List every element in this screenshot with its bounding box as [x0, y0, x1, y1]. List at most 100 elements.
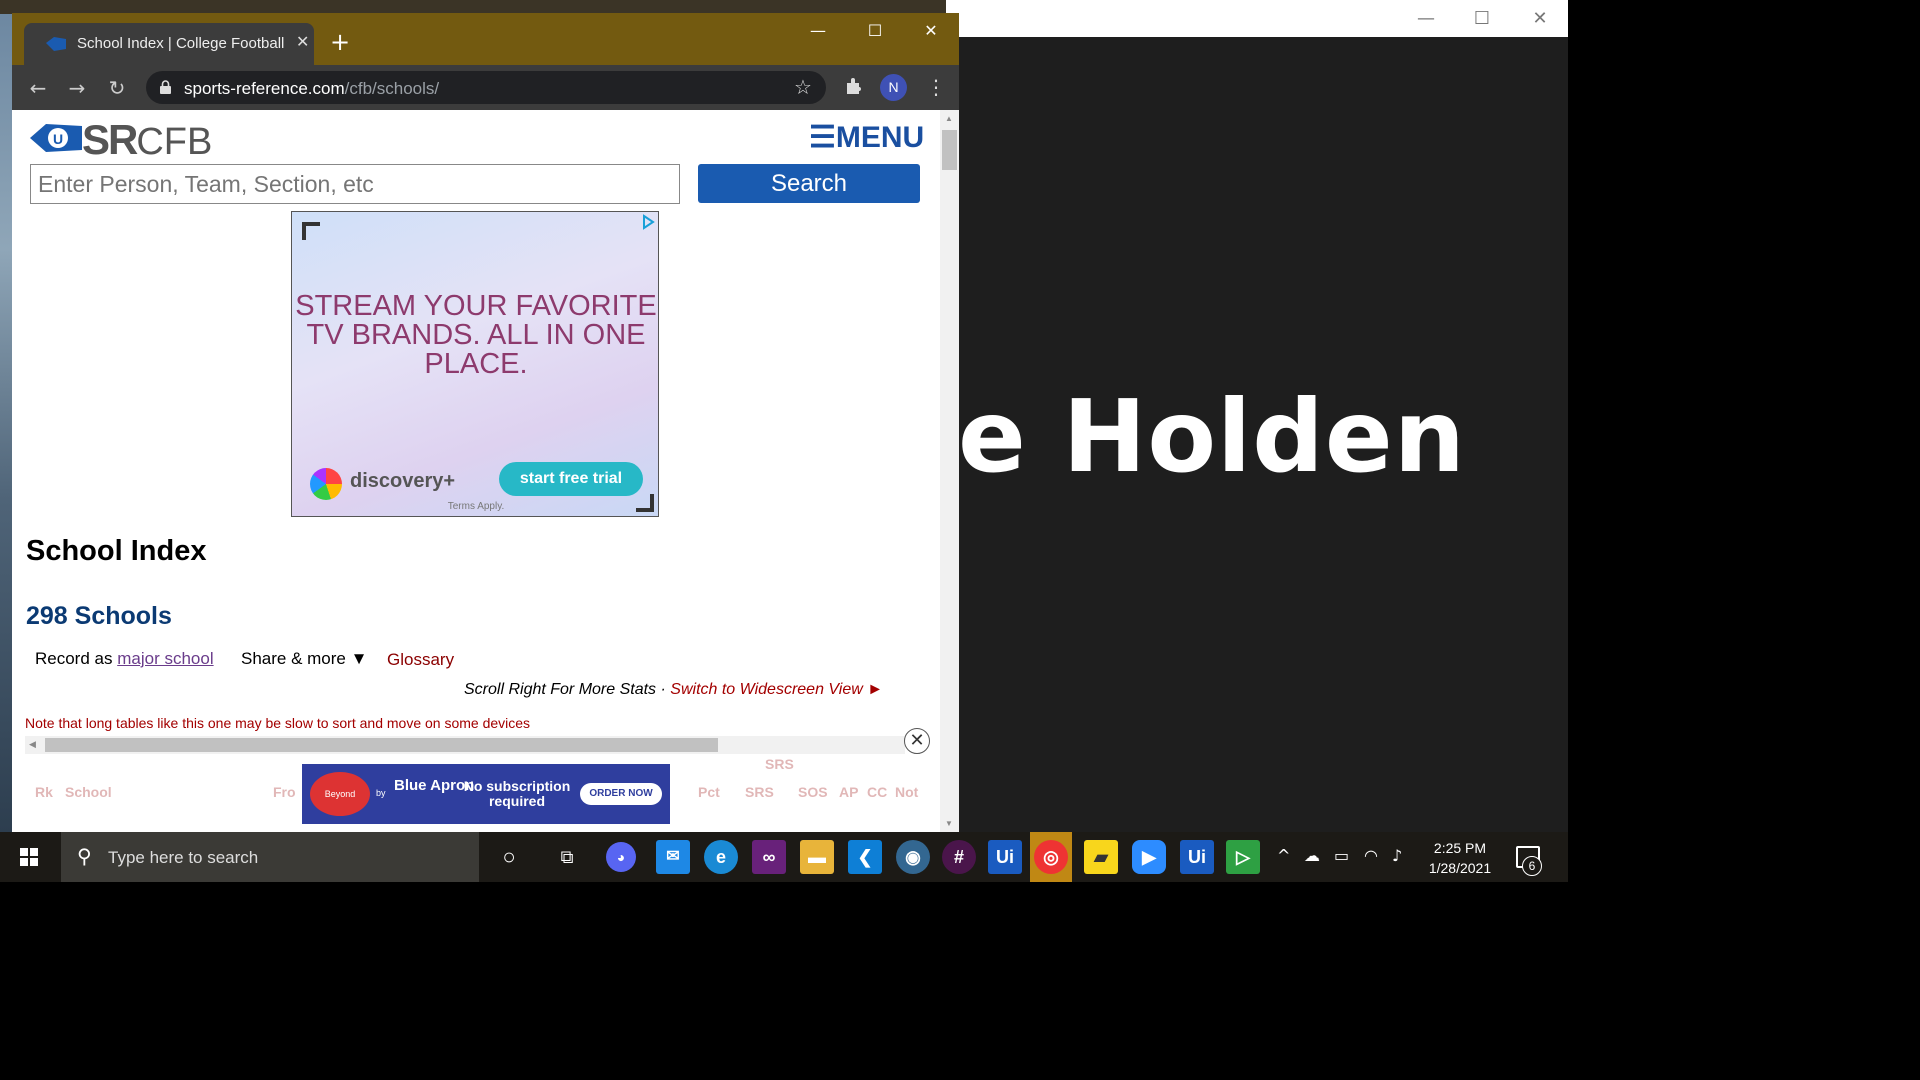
- sr-logo-icon[interactable]: U: [30, 118, 82, 158]
- url-text: sports-reference.com/cfb/schools/: [184, 79, 440, 98]
- browser-window[interactable]: School Index | College Football a ✕ + — …: [12, 13, 959, 832]
- scroll-down-arrow-icon[interactable]: ▼: [945, 819, 953, 828]
- cortana-icon[interactable]: ○: [492, 840, 526, 874]
- back-arrow-icon[interactable]: ←: [25, 75, 51, 101]
- start-free-trial-button[interactable]: start free trial: [499, 462, 643, 496]
- table-header[interactable]: Rk: [35, 784, 53, 800]
- windows-start-icon[interactable]: [0, 832, 58, 882]
- close-button[interactable]: ✕: [1520, 6, 1560, 32]
- battery-icon[interactable]: ▭: [1334, 846, 1349, 865]
- tray-chevron-icon[interactable]: ^: [1277, 846, 1290, 865]
- new-tab-button[interactable]: +: [330, 30, 350, 54]
- major-school-link[interactable]: major school: [117, 649, 213, 668]
- task-view-icon[interactable]: ⧉: [550, 840, 584, 874]
- background-window-titlebar[interactable]: — ☐ ✕: [946, 0, 1568, 37]
- tab-title: School Index | College Football a: [77, 35, 287, 52]
- svg-text:U: U: [53, 131, 63, 147]
- mail-icon[interactable]: ✉: [656, 840, 690, 874]
- tab-strip[interactable]: School Index | College Football a ✕ + — …: [12, 13, 959, 66]
- slow-table-note: Note that long tables like this one may …: [25, 715, 531, 731]
- onedrive-icon[interactable]: ☁: [1304, 846, 1320, 865]
- blue-apron-ad[interactable]: Beyond by Blue Apron No subscription req…: [302, 764, 670, 824]
- postgres-icon[interactable]: ◉: [896, 840, 930, 874]
- slack-icon[interactable]: #: [942, 840, 976, 874]
- reload-icon[interactable]: ↻: [104, 75, 130, 101]
- discovery-logo-icon: [310, 468, 342, 500]
- minimize-button[interactable]: —: [798, 21, 838, 45]
- discord-icon[interactable]: ◕: [606, 842, 636, 872]
- ad-by: by: [376, 788, 386, 798]
- tab-close-icon[interactable]: ✕: [296, 32, 309, 51]
- maximize-button[interactable]: ☐: [855, 21, 895, 45]
- uipath-icon[interactable]: Ui: [988, 840, 1022, 874]
- page-vertical-scrollbar[interactable]: ▲ ▼: [940, 110, 959, 832]
- table-header[interactable]: Fro: [273, 784, 296, 800]
- clock-time: 2:25 PM: [1433, 840, 1487, 856]
- ad-logo: Beyond: [310, 772, 370, 816]
- menu-button[interactable]: ☰MENU: [809, 120, 924, 155]
- table-header[interactable]: Not: [895, 784, 918, 800]
- record-as-label: Record as major school: [35, 649, 214, 668]
- site-logo[interactable]: SRCFB: [82, 116, 212, 164]
- vscode-icon[interactable]: ❮: [848, 840, 882, 874]
- notification-badge: 6: [1522, 856, 1542, 876]
- maximize-button[interactable]: ☐: [1462, 6, 1502, 32]
- extensions-puzzle-icon[interactable]: [844, 77, 864, 97]
- table-header[interactable]: Pct: [698, 784, 720, 800]
- media-player-icon[interactable]: ▷: [1226, 840, 1260, 874]
- scroll-up-arrow-icon[interactable]: ▲: [945, 114, 953, 123]
- ad-tagline: No subscription required: [463, 778, 571, 809]
- search-icon: ⚲: [77, 844, 92, 868]
- address-bar[interactable]: sports-reference.com/cfb/schools/ ☆: [146, 71, 826, 104]
- table-horizontal-scrollbar[interactable]: ◀: [25, 736, 905, 754]
- profile-avatar[interactable]: N: [880, 74, 907, 101]
- ad-brand: discovery+: [350, 470, 456, 492]
- more-menu-icon[interactable]: ⋮: [926, 75, 946, 99]
- sticky-notes-icon[interactable]: ▰: [1084, 840, 1118, 874]
- table-header[interactable]: CC: [867, 784, 887, 800]
- search-button[interactable]: Search: [698, 164, 920, 203]
- search-input[interactable]: [30, 164, 680, 204]
- volume-icon[interactable]: ♪: [1392, 846, 1402, 865]
- widescreen-link[interactable]: Switch to Widescreen View ►: [670, 681, 883, 698]
- forward-arrow-icon[interactable]: →: [64, 75, 90, 101]
- table-group-header: SRS: [765, 756, 794, 772]
- ad-terms: Terms Apply.: [447, 501, 505, 512]
- order-now-button[interactable]: ORDER NOW: [580, 783, 662, 805]
- table-header[interactable]: SOS: [798, 784, 828, 800]
- background-window[interactable]: — ☐ ✕ e Holden: [946, 0, 1568, 832]
- chrome-icon[interactable]: ◎: [1034, 840, 1068, 874]
- discovery-ad[interactable]: STREAM YOUR FAVORITE TV BRANDS. ALL IN O…: [291, 211, 659, 517]
- lock-icon: [160, 80, 171, 94]
- scrollbar-thumb[interactable]: [45, 738, 718, 752]
- glossary-link[interactable]: Glossary: [387, 650, 454, 670]
- scroll-note: Scroll Right For More Stats · Switch to …: [464, 681, 884, 698]
- adchoices-icon[interactable]: [640, 214, 656, 230]
- edge-icon[interactable]: e: [704, 840, 738, 874]
- clock-date: 1/28/2021: [1428, 860, 1492, 876]
- bookmark-star-icon[interactable]: ☆: [794, 75, 812, 99]
- visual-studio-icon[interactable]: ∞: [752, 840, 786, 874]
- table-header[interactable]: SRS: [745, 784, 774, 800]
- zoom-icon[interactable]: ▶: [1132, 840, 1166, 874]
- uipath-studio-icon[interactable]: Ui: [1180, 840, 1214, 874]
- browser-toolbar: ← → ↻ sports-reference.com/cfb/schools/ …: [12, 65, 959, 110]
- ad-corner-mark: [302, 222, 320, 240]
- close-button[interactable]: ✕: [911, 21, 951, 45]
- table-header[interactable]: AP: [839, 784, 858, 800]
- ad-corner-mark: [636, 494, 654, 512]
- sr-favicon-icon: [46, 37, 66, 51]
- tab-school-index[interactable]: School Index | College Football a ✕: [24, 23, 314, 66]
- scroll-left-arrow-icon[interactable]: ◀: [29, 739, 36, 750]
- scrollbar-thumb[interactable]: [942, 130, 957, 170]
- taskbar: ⚲ Type here to search ○ ⧉ ◕ ✉ e ∞ ▬ ❮ ◉ …: [0, 832, 1568, 882]
- taskbar-search-box[interactable]: ⚲ Type here to search: [61, 832, 479, 882]
- minimize-button[interactable]: —: [1406, 6, 1446, 32]
- page-content: U SRCFB ☰MENU Search STREAM YOUR FAVORIT…: [12, 110, 940, 832]
- close-ad-icon[interactable]: ✕: [904, 728, 930, 754]
- table-header[interactable]: School: [65, 784, 112, 800]
- taskbar-clock[interactable]: 2:25 PM 1/28/2021: [1420, 838, 1500, 878]
- file-explorer-icon[interactable]: ▬: [800, 840, 834, 874]
- wifi-icon[interactable]: ◠: [1364, 846, 1378, 865]
- share-more-dropdown[interactable]: Share & more ▼: [241, 649, 367, 669]
